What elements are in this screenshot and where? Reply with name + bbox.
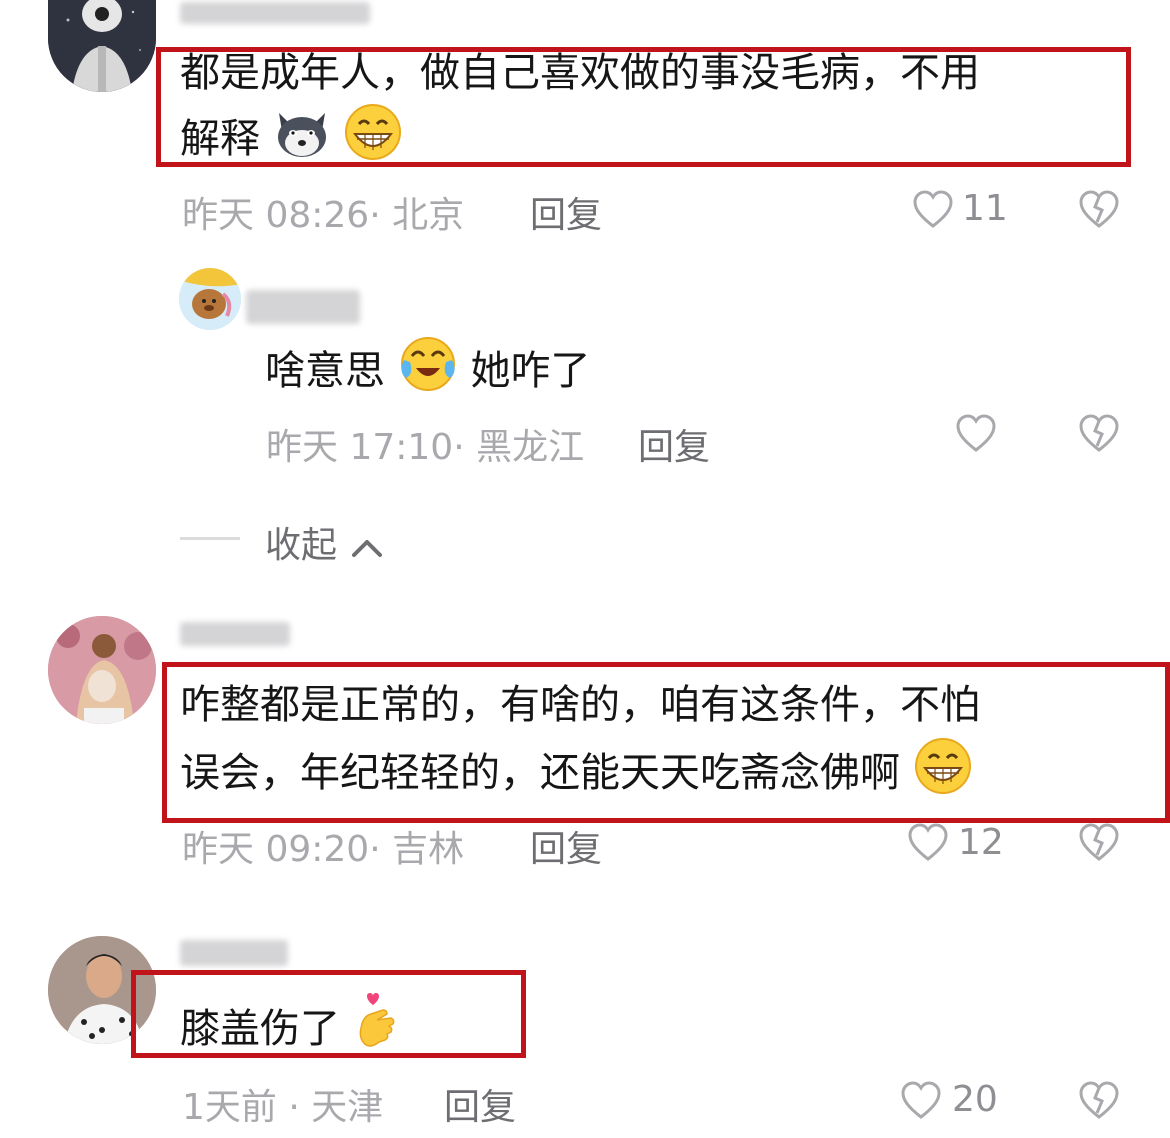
comment-time: 昨天 09:20 — [182, 829, 370, 870]
comment-time: 昨天 17:10 — [266, 427, 454, 468]
dislike-broken-heart-icon[interactable] — [1078, 190, 1120, 230]
comment-location: 天津 — [311, 1087, 384, 1128]
highlight-box — [162, 662, 1170, 823]
highlight-box — [156, 47, 1131, 167]
heart-icon[interactable] — [912, 190, 954, 230]
dislike-broken-heart-icon[interactable] — [1078, 823, 1120, 863]
collapse-button[interactable]: 收起 — [265, 516, 384, 568]
heart-icon[interactable] — [955, 414, 997, 454]
comment-meta: 1天前 · 天津 — [182, 1087, 384, 1128]
avatar[interactable] — [48, 616, 156, 724]
tears-of-joy-emoji — [398, 334, 458, 412]
comment-time: 1天前 — [182, 1087, 277, 1128]
like-count: 20 — [952, 1079, 998, 1120]
comment-text: 啥意思 她咋了 — [265, 334, 590, 412]
comment-location: 吉林 — [392, 829, 465, 870]
reply-button[interactable]: 回复 — [530, 186, 602, 238]
dislike-broken-heart-icon[interactable] — [1078, 1081, 1120, 1121]
comment-meta: 昨天 09:20· 吉林 — [182, 829, 465, 870]
comment-location: 北京 — [392, 195, 465, 236]
comment-time: 昨天 08:26 — [182, 195, 370, 236]
like-count: 12 — [958, 822, 1004, 863]
reply-button[interactable]: 回复 — [444, 1078, 516, 1130]
reply-button[interactable]: 回复 — [530, 820, 602, 872]
reply-button[interactable]: 回复 — [638, 418, 710, 470]
avatar[interactable] — [179, 268, 241, 330]
comment-meta: 昨天 08:26· 北京 — [182, 195, 465, 236]
heart-icon[interactable] — [907, 823, 949, 863]
collapse-divider — [180, 537, 240, 540]
chevron-up-icon — [352, 540, 383, 557]
like-count: 11 — [962, 188, 1008, 229]
heart-icon[interactable] — [900, 1081, 942, 1121]
dislike-broken-heart-icon[interactable] — [1078, 414, 1120, 454]
highlight-box — [131, 970, 526, 1058]
comment-location: 黑龙江 — [476, 427, 585, 468]
avatar[interactable] — [48, 0, 156, 92]
comment-meta: 昨天 17:10· 黑龙江 — [266, 427, 585, 468]
